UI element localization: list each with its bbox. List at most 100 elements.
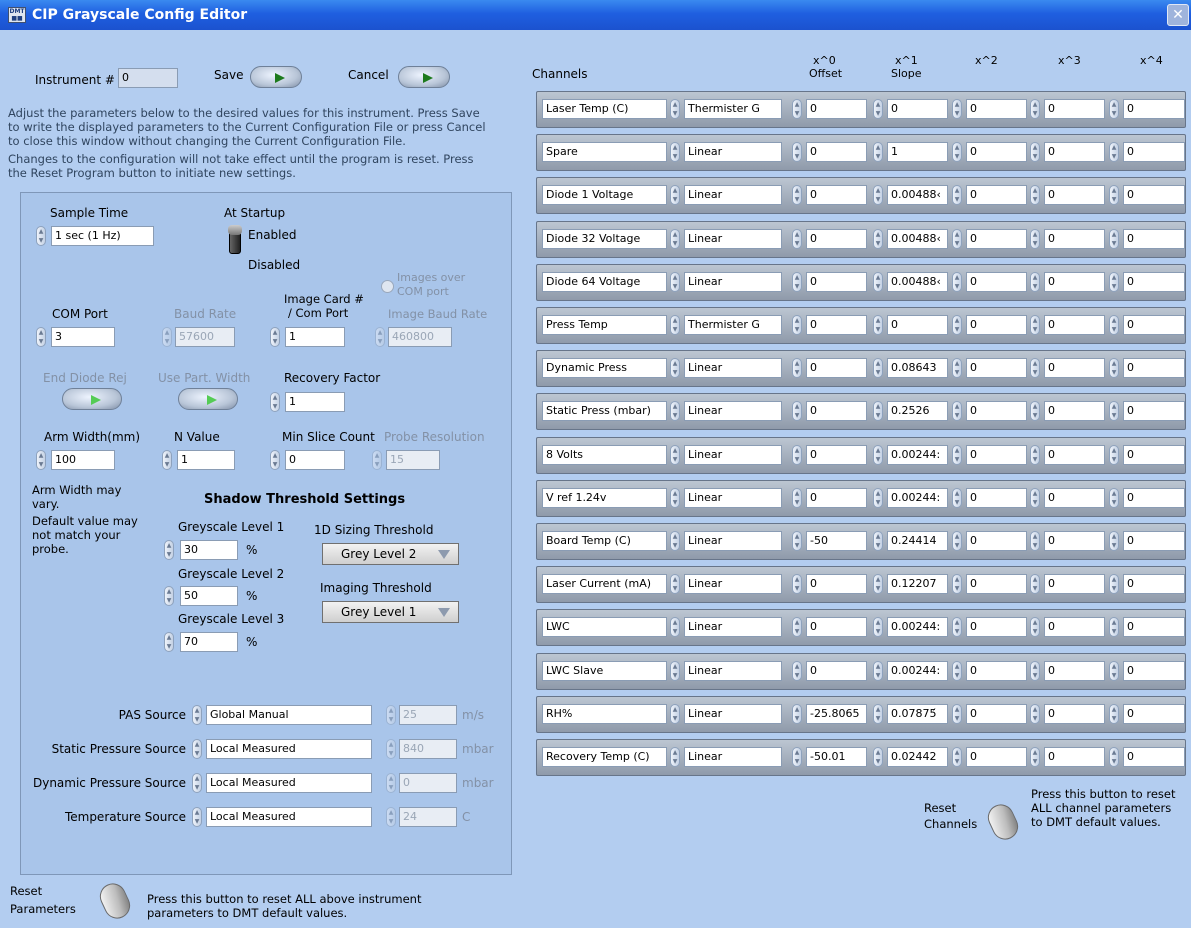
coefficient-spinner[interactable]: ▲ ▼ — [1109, 228, 1119, 249]
coefficient-spinner[interactable]: ▲ ▼ — [1030, 185, 1040, 206]
image-card-spinner[interactable]: ▲ ▼ — [270, 327, 280, 347]
coefficient-field[interactable]: 0 — [806, 401, 867, 422]
coefficient-spinner[interactable]: ▲ ▼ — [792, 574, 802, 595]
coefficient-field[interactable]: 0 — [1123, 747, 1185, 767]
channel-name-field[interactable]: Diode 64 Voltage — [542, 271, 667, 292]
pas-value-spinner[interactable]: ▲ ▼ — [386, 705, 396, 725]
coefficient-spinner[interactable]: ▲ ▼ — [1109, 142, 1119, 163]
coefficient-field[interactable]: 0 — [806, 271, 867, 292]
pas-source-spinner[interactable]: ▲ ▼ — [192, 705, 202, 725]
coefficient-spinner[interactable]: ▲ ▼ — [952, 271, 962, 292]
coefficient-field[interactable]: 0.00488‹ — [887, 271, 948, 292]
coefficient-field[interactable]: 0 — [1123, 703, 1185, 724]
end-diode-button[interactable] — [62, 388, 122, 410]
channel-name-field[interactable]: Dynamic Press — [542, 358, 667, 379]
coefficient-spinner[interactable]: ▲ ▼ — [1109, 531, 1119, 551]
coefficient-field[interactable]: 0 — [806, 99, 867, 119]
coefficient-spinner[interactable]: ▲ ▼ — [1030, 487, 1040, 508]
coefficient-field[interactable]: 0 — [806, 574, 867, 595]
dynamic-pressure-source-field[interactable]: Local Measured — [206, 773, 372, 793]
baud-rate-spinner[interactable]: ▲ ▼ — [162, 327, 172, 347]
recovery-factor-field[interactable]: 1 — [285, 392, 345, 412]
coefficient-field[interactable]: 0 — [966, 185, 1027, 206]
greyscale-level-2-spinner[interactable]: ▲ ▼ — [164, 586, 174, 606]
coefficient-spinner[interactable]: ▲ ▼ — [873, 142, 883, 163]
coefficient-field[interactable]: 0 — [1123, 99, 1185, 119]
coefficient-spinner[interactable]: ▲ ▼ — [952, 487, 962, 508]
coefficient-field[interactable]: 0 — [806, 185, 867, 206]
channel-type-spinner[interactable]: ▲ ▼ — [670, 660, 680, 681]
coefficient-spinner[interactable]: ▲ ▼ — [792, 228, 802, 249]
coefficient-spinner[interactable]: ▲ ▼ — [873, 401, 883, 422]
coefficient-field[interactable]: 0 — [966, 358, 1027, 379]
channel-name-field[interactable]: LWC Slave — [542, 660, 667, 681]
cancel-button[interactable] — [398, 66, 450, 88]
channel-name-field[interactable]: Laser Temp (C) — [542, 99, 667, 119]
coefficient-spinner[interactable]: ▲ ▼ — [1030, 444, 1040, 465]
coefficient-field[interactable]: 0 — [1123, 142, 1185, 163]
channel-type-spinner[interactable]: ▲ ▼ — [670, 703, 680, 724]
coefficient-field[interactable]: -50 — [806, 531, 867, 551]
coefficient-field[interactable]: 0 — [966, 271, 1027, 292]
coefficient-spinner[interactable]: ▲ ▼ — [792, 401, 802, 422]
greyscale-level-3-field[interactable]: 70 — [180, 632, 238, 652]
save-button[interactable] — [250, 66, 302, 88]
image-baud-spinner[interactable]: ▲ ▼ — [375, 327, 385, 347]
coefficient-spinner[interactable]: ▲ ▼ — [952, 401, 962, 422]
channel-type-field[interactable]: Linear — [684, 703, 782, 724]
coefficient-spinner[interactable]: ▲ ▼ — [1109, 99, 1119, 119]
channel-name-field[interactable]: Diode 32 Voltage — [542, 228, 667, 249]
coefficient-field[interactable]: 0 — [1044, 228, 1105, 249]
coefficient-field[interactable]: 0 — [806, 660, 867, 681]
coefficient-field[interactable]: 0 — [1044, 487, 1105, 508]
greyscale-level-2-field[interactable]: 50 — [180, 586, 238, 606]
coefficient-field[interactable]: 0 — [1123, 185, 1185, 206]
coefficient-spinner[interactable]: ▲ ▼ — [1109, 271, 1119, 292]
imaging-threshold-dropdown[interactable]: Grey Level 1 — [322, 601, 459, 623]
channel-name-field[interactable]: 8 Volts — [542, 444, 667, 465]
probe-resolution-field[interactable]: 15 — [386, 450, 440, 470]
coefficient-spinner[interactable]: ▲ ▼ — [1109, 487, 1119, 508]
com-port-field[interactable]: 3 — [51, 327, 115, 347]
coefficient-spinner[interactable]: ▲ ▼ — [792, 185, 802, 206]
coefficient-spinner[interactable]: ▲ ▼ — [792, 660, 802, 681]
coefficient-field[interactable]: 0 — [966, 142, 1027, 163]
coefficient-spinner[interactable]: ▲ ▼ — [792, 99, 802, 119]
coefficient-spinner[interactable]: ▲ ▼ — [1109, 574, 1119, 595]
greyscale-level-3-spinner[interactable]: ▲ ▼ — [164, 632, 174, 652]
coefficient-field[interactable]: 0 — [806, 487, 867, 508]
channel-type-field[interactable]: Linear — [684, 617, 782, 638]
coefficient-spinner[interactable]: ▲ ▼ — [873, 574, 883, 595]
coefficient-spinner[interactable]: ▲ ▼ — [873, 228, 883, 249]
coefficient-field[interactable]: 0 — [966, 228, 1027, 249]
coefficient-field[interactable]: 0 — [1123, 358, 1185, 379]
coefficient-spinner[interactable]: ▲ ▼ — [873, 271, 883, 292]
coefficient-spinner[interactable]: ▲ ▼ — [792, 142, 802, 163]
channel-type-field[interactable]: Linear — [684, 401, 782, 422]
coefficient-field[interactable]: 0.00488‹ — [887, 185, 948, 206]
channel-type-field[interactable]: Linear — [684, 531, 782, 551]
greyscale-level-1-field[interactable]: 30 — [180, 540, 238, 560]
coefficient-field[interactable]: -50.01 — [806, 747, 867, 767]
sample-time-spinner[interactable]: ▲ ▼ — [36, 226, 46, 246]
coefficient-spinner[interactable]: ▲ ▼ — [952, 99, 962, 119]
channel-type-spinner[interactable]: ▲ ▼ — [670, 142, 680, 163]
temperature-source-spinner[interactable]: ▲ ▼ — [192, 807, 202, 827]
coefficient-field[interactable]: 0 — [966, 747, 1027, 767]
channel-type-spinner[interactable]: ▲ ▼ — [670, 401, 680, 422]
coefficient-field[interactable]: 0 — [806, 228, 867, 249]
channel-name-field[interactable]: Static Press (mbar) — [542, 401, 667, 422]
image-card-field[interactable]: 1 — [285, 327, 345, 347]
coefficient-field[interactable]: 0 — [966, 401, 1027, 422]
temperature-source-field[interactable]: Local Measured — [206, 807, 372, 827]
sample-time-field[interactable]: 1 sec (1 Hz) — [51, 226, 154, 246]
coefficient-spinner[interactable]: ▲ ▼ — [952, 315, 962, 335]
coefficient-field[interactable]: 0 — [966, 660, 1027, 681]
coefficient-field[interactable]: 0 — [966, 444, 1027, 465]
channel-name-field[interactable]: Spare — [542, 142, 667, 163]
coefficient-spinner[interactable]: ▲ ▼ — [792, 617, 802, 638]
channel-type-field[interactable]: Linear — [684, 271, 782, 292]
coefficient-field[interactable]: 0 — [1123, 487, 1185, 508]
coefficient-spinner[interactable]: ▲ ▼ — [1109, 660, 1119, 681]
channel-name-field[interactable]: Recovery Temp (C) — [542, 747, 667, 767]
